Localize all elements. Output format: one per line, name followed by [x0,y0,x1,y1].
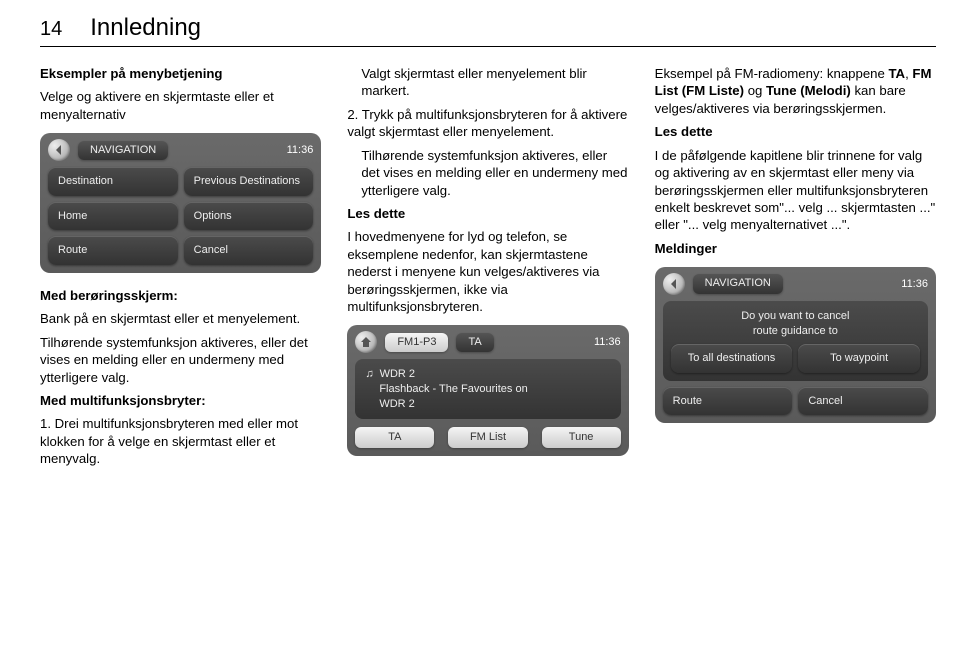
clock: 11:36 [901,277,928,292]
col2-p1: Valgt skjermtast eller menyelement blir … [361,65,628,100]
home-icon[interactable] [355,331,377,353]
back-icon[interactable] [663,273,685,295]
back-icon[interactable] [48,139,70,161]
nav-tab[interactable]: NAVIGATION [78,141,168,161]
text-b: TA [888,66,905,81]
col2-les-head: Les dette [347,205,628,222]
col1-p1: Velge og aktivere en skjermtaste eller e… [40,88,321,123]
nav-cancel[interactable]: Cancel [184,236,314,265]
radio-station: WDR 2 [380,367,415,382]
radio-info2: WDR 2 [379,397,610,412]
col2-p2: 2. Trykk på multifunksjonsbryteren for å… [347,106,628,141]
col2-les-body: I hovedmenyene for lyd og telefon, se ek… [347,228,628,315]
device-radio: FM1-P3 TA 11:36 ♫ WDR 2 Flashback - The F… [347,325,628,455]
radio-btn-ta[interactable]: TA [355,427,434,448]
radio-tab-fm[interactable]: FM1-P3 [385,333,448,353]
multi-heading: Med multifunksjonsbryter: [40,393,206,408]
column-2: Valgt skjermtast eller menyelement blir … [347,65,628,474]
music-note-icon: ♫ [365,367,373,382]
page-number: 14 [40,18,62,41]
text-b: Tune (Melodi) [766,83,851,98]
radio-btn-tune[interactable]: Tune [542,427,621,448]
col3-les-body: I de påfølgende kapitlene blir trinnene … [655,147,936,234]
text: og [744,83,766,98]
touch-p1: Bank på en skjermtast eller et menyeleme… [40,310,321,327]
dialog-btn-route[interactable]: Route [663,387,793,416]
divider [40,46,936,47]
nav-options[interactable]: Options [184,202,314,231]
clock: 11:36 [594,335,621,350]
dialog-btn-cancel[interactable]: Cancel [798,387,928,416]
col1-heading: Eksempler på menybetjening [40,65,321,82]
radio-info: ♫ WDR 2 Flashback - The Favourites on WDR… [355,359,620,419]
clock: 11:36 [287,143,314,158]
nav-tab[interactable]: NAVIGATION [693,274,783,294]
dialog-btn-all[interactable]: To all destinations [671,344,793,373]
column-3: Eksempel på FM-radiomeny: knappene TA, F… [655,65,936,474]
touch-heading: Med berøringsskjerm: [40,288,178,303]
col3-p1: Eksempel på FM-radiomeny: knappene TA, F… [655,65,936,117]
dialog-question: Do you want to cancel route guidance to … [663,301,928,381]
meldinger-heading: Meldinger [655,240,936,257]
nav-route[interactable]: Route [48,236,178,265]
col2-p3: Tilhørende systemfunksjon aktiveres, ell… [361,147,628,199]
multi-l1: 1. Drei multifunksjonsbryteren med eller… [40,415,321,467]
radio-tab-ta[interactable]: TA [456,333,493,353]
nav-home[interactable]: Home [48,202,178,231]
touch-p2: Tilhørende systemfunksjon aktiveres, ell… [40,334,321,386]
nav-previous[interactable]: Previous Destinations [184,167,314,196]
device-navigation: NAVIGATION 11:36 Destination Previous De… [40,133,321,273]
text: Eksempel på FM-radiomeny: knappene [655,66,889,81]
dialog-line2: route guidance to [671,324,920,339]
section-title: Innledning [90,14,201,42]
dialog-btn-waypoint[interactable]: To waypoint [798,344,920,373]
radio-btn-fmlist[interactable]: FM List [448,427,527,448]
device-dialog: NAVIGATION 11:36 Do you want to cancel r… [655,267,936,423]
radio-info1: Flashback - The Favourites on [379,382,610,397]
column-1: Eksempler på menybetjening Velge og akti… [40,65,321,474]
dialog-line1: Do you want to cancel [671,309,920,324]
col3-les-head: Les dette [655,123,936,140]
nav-destination[interactable]: Destination [48,167,178,196]
